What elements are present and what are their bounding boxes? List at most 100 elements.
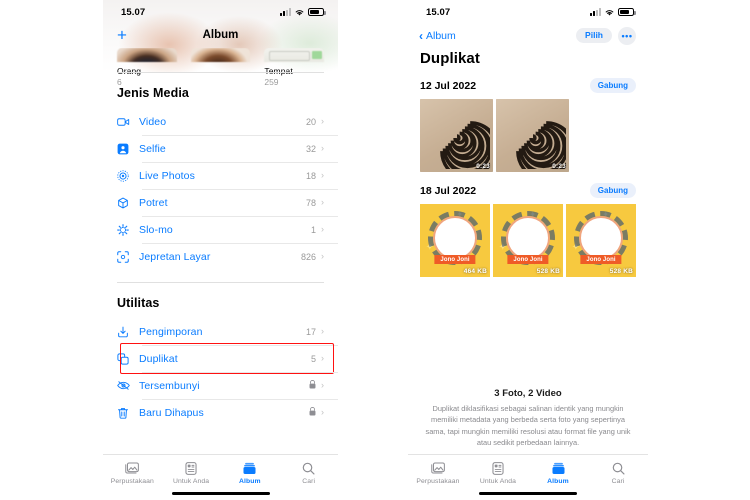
chevron-right-icon: › xyxy=(321,197,324,207)
list-item-count: 826 xyxy=(300,251,316,262)
status-bar: 15.07 xyxy=(103,0,338,22)
photo-thumbnail-poster-1[interactable]: ✦ ✦ Jono Joni 464 KB xyxy=(420,204,490,277)
group-date: 18 Jul 2022 xyxy=(420,184,477,197)
right-phone-screen: 15.07 ‹ Album Pilih ••• Duplikat 12 Jul … xyxy=(408,0,648,500)
chevron-right-icon: › xyxy=(321,143,324,153)
poster-name-label: Jono Joni xyxy=(434,255,476,264)
tab-album[interactable]: Album xyxy=(532,460,584,485)
home-indicator xyxy=(479,491,577,495)
poster-center-ring xyxy=(506,215,550,260)
tab-label: Perpustakaan xyxy=(110,478,154,485)
list-item-selfie[interactable]: Selfie 32 › xyxy=(117,135,338,162)
list-item-label: Tersembunyi xyxy=(139,379,200,392)
album-thumbnail xyxy=(264,48,325,62)
file-size-badge: 528 KB xyxy=(609,268,633,275)
albums-icon xyxy=(243,460,256,476)
photo-thumbnail-coil-2[interactable]: 0:23 xyxy=(496,99,569,172)
cellular-signal-icon xyxy=(590,8,601,16)
albums-list-scroll[interactable]: Jenis Media Video 20 › Selfie 32 › Live … xyxy=(103,72,338,454)
poster-name-label: Jono Joni xyxy=(507,255,549,264)
tab-album[interactable]: Album xyxy=(224,460,276,485)
list-item-potret[interactable]: Potret 78 › xyxy=(117,189,338,216)
duplicates-footer: 3 Foto, 2 Video Duplikat diklasifikasi s… xyxy=(408,388,648,454)
navigation-bar: + Album xyxy=(103,22,338,48)
list-item-label: Jepretan Layar xyxy=(139,250,211,263)
slomo-icon xyxy=(117,223,139,236)
list-item-baru-dihapus[interactable]: Baru Dihapus › xyxy=(117,399,338,426)
tab-label: Cari xyxy=(302,478,316,485)
back-button[interactable]: ‹ Album xyxy=(419,30,456,42)
list-item-duplikat[interactable]: Duplikat 5 › xyxy=(117,343,338,374)
group-date: 12 Jul 2022 xyxy=(420,79,477,92)
status-bar-icons xyxy=(590,8,636,17)
tab-label: Perpustakaan xyxy=(416,478,460,485)
screenshot-icon xyxy=(117,250,139,263)
photo-thumbnail-coil-1[interactable]: 0:23 xyxy=(420,99,493,172)
list-item-label: Video xyxy=(139,115,167,128)
foryou-icon xyxy=(185,460,197,476)
list-item-slomo[interactable]: Slo-mo 1 › xyxy=(117,216,338,243)
list-item-label: Slo-mo xyxy=(139,223,173,236)
tab-label: Album xyxy=(239,478,261,485)
status-bar-icons xyxy=(280,8,326,17)
list-item-pengimporan[interactable]: Pengimporan 17 › xyxy=(117,318,338,345)
chevron-right-icon: › xyxy=(321,116,324,126)
tab-perpustakaan[interactable]: Perpustakaan xyxy=(412,460,464,485)
search-icon xyxy=(612,460,625,476)
select-button[interactable]: Pilih xyxy=(576,27,612,44)
list-item-label: Baru Dihapus xyxy=(139,406,204,419)
list-item-tersembunyi[interactable]: Tersembunyi › xyxy=(117,372,338,399)
list-item-jepretan-layar[interactable]: Jepretan Layar 826 › xyxy=(117,243,338,270)
tab-label: Untuk Anda xyxy=(479,478,517,485)
page-title: Duplikat xyxy=(420,50,480,67)
navigation-bar: ‹ Album Pilih ••• xyxy=(408,22,648,46)
list-item-label: Pengimporan xyxy=(139,325,203,338)
merge-button[interactable]: Gabung xyxy=(589,183,636,198)
duplicate-icon xyxy=(117,352,139,365)
section-heading-jenis-media: Jenis Media xyxy=(117,86,189,100)
more-options-button[interactable]: ••• xyxy=(618,26,636,45)
photo-grid-2: ✦ ✦ Jono Joni 464 KB ✦ ✦ Jono Joni 528 K… xyxy=(408,204,648,277)
chevron-right-icon: › xyxy=(321,224,324,234)
home-indicator xyxy=(171,491,270,495)
back-button-label: Album xyxy=(426,29,456,42)
status-bar-time: 15.07 xyxy=(426,6,451,18)
photo-thumbnail-poster-2[interactable]: ✦ ✦ Jono Joni 528 KB xyxy=(493,204,563,277)
merge-button[interactable]: Gabung xyxy=(589,78,636,93)
tab-untuk-anda[interactable]: Untuk Anda xyxy=(165,460,217,485)
tab-perpustakaan[interactable]: Perpustakaan xyxy=(106,460,158,485)
foryou-icon xyxy=(492,460,504,476)
group-header-1: 12 Jul 2022 Gabung xyxy=(408,67,648,99)
lock-icon xyxy=(309,380,316,391)
poster-center-ring xyxy=(579,215,623,260)
list-item-count: 18 xyxy=(305,170,316,181)
list-item-count: 17 xyxy=(305,326,316,337)
tab-cari[interactable]: Cari xyxy=(592,460,644,485)
tab-untuk-anda[interactable]: Untuk Anda xyxy=(472,460,524,485)
group-header-2: 18 Jul 2022 Gabung xyxy=(408,172,648,204)
video-icon xyxy=(117,117,139,127)
trash-icon xyxy=(117,407,139,419)
cellular-signal-icon xyxy=(280,8,291,16)
portrait-icon xyxy=(117,197,139,209)
list-item-label: Live Photos xyxy=(139,169,195,182)
duration-badge: 0:23 xyxy=(552,163,566,170)
list-item-live-photos[interactable]: Live Photos 18 › xyxy=(117,162,338,189)
add-album-button[interactable]: + xyxy=(117,27,127,44)
chevron-right-icon: › xyxy=(321,326,324,336)
library-icon xyxy=(431,460,445,476)
footer-count: 3 Foto, 2 Video xyxy=(494,388,562,399)
tab-label: Cari xyxy=(611,478,625,485)
chevron-right-icon: › xyxy=(321,353,324,363)
search-icon xyxy=(302,460,315,476)
duration-badge: 0:23 xyxy=(476,163,490,170)
selfie-icon xyxy=(117,143,139,155)
photo-thumbnail-poster-3[interactable]: ✦ ✦ Jono Joni 528 KB xyxy=(566,204,636,277)
tab-label: Album xyxy=(547,478,569,485)
list-item-count: 1 xyxy=(310,224,316,235)
tab-cari[interactable]: Cari xyxy=(283,460,335,485)
list-item-video[interactable]: Video 20 › xyxy=(117,108,338,135)
tab-bar: Perpustakaan Untuk Anda Album Cari xyxy=(103,454,338,500)
chevron-right-icon: › xyxy=(321,251,324,261)
poster-name-label: Jono Joni xyxy=(580,255,622,264)
